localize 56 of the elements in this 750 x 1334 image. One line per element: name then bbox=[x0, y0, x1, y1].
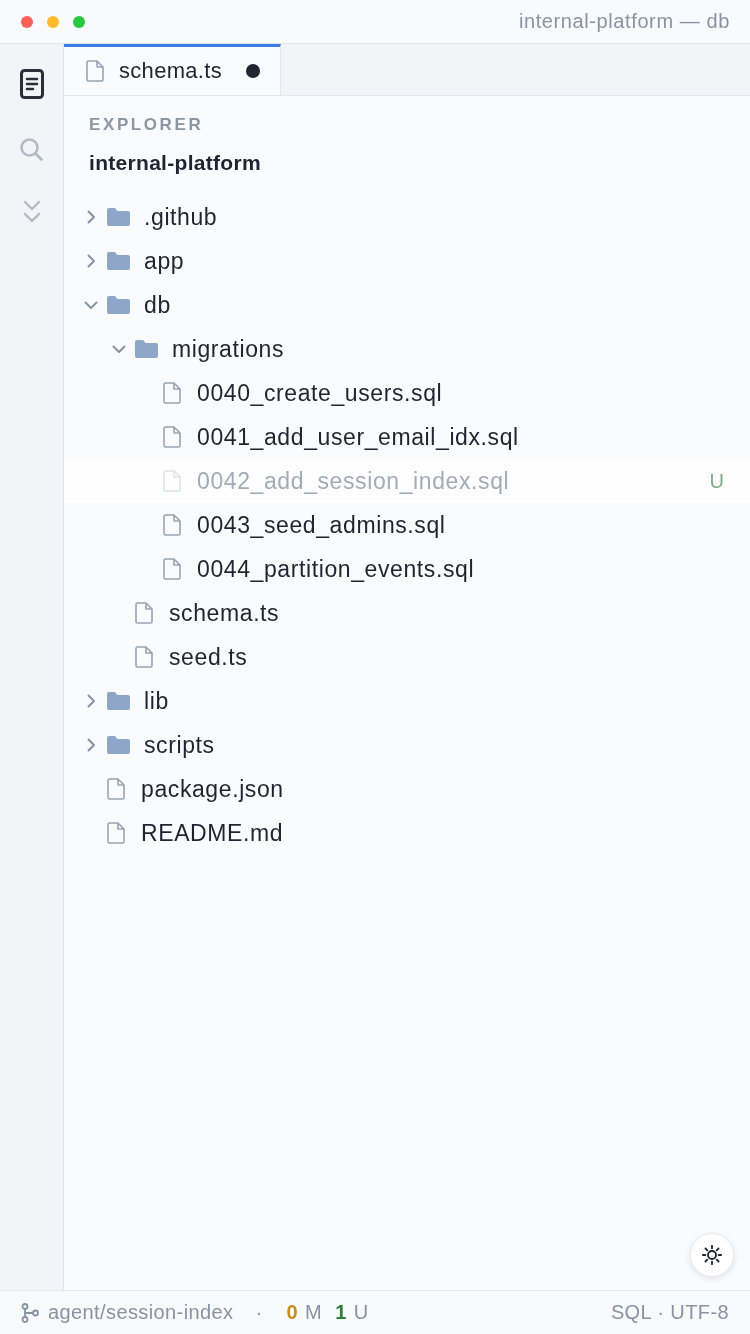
folder-name[interactable]: .github bbox=[144, 203, 218, 231]
minimize-window-icon[interactable] bbox=[47, 15, 59, 28]
folder-name[interactable]: migrations bbox=[172, 335, 285, 363]
theme-toggle-button[interactable] bbox=[690, 1233, 734, 1277]
panel-heading: EXPLORER bbox=[89, 115, 204, 135]
folder-icon bbox=[107, 252, 130, 270]
project-name: internal-platform bbox=[89, 151, 261, 175]
file-name[interactable]: 0041_add_user_email_idx.sql bbox=[197, 423, 519, 451]
file-icon bbox=[135, 602, 153, 624]
folder-name[interactable]: app bbox=[144, 247, 185, 275]
file-icon bbox=[107, 822, 125, 844]
folder-icon bbox=[107, 692, 130, 710]
file-name[interactable]: 0044_partition_events.sql bbox=[197, 555, 475, 583]
chevron-icon[interactable] bbox=[84, 694, 98, 708]
untracked-count: 1 bbox=[335, 1301, 347, 1324]
file-icon bbox=[163, 470, 181, 492]
branch-icon bbox=[21, 1302, 39, 1323]
file-name[interactable]: 0043_seed_admins.sql bbox=[197, 511, 446, 539]
chevron-icon[interactable] bbox=[84, 298, 98, 312]
file-icon bbox=[135, 646, 153, 668]
modified-count: 0 bbox=[286, 1301, 299, 1324]
chevron-icon[interactable] bbox=[112, 342, 126, 356]
file-icon bbox=[163, 382, 181, 404]
double-chevron-down-icon[interactable] bbox=[22, 200, 41, 224]
sun-icon bbox=[702, 1245, 722, 1265]
file-icon bbox=[163, 558, 181, 580]
chevron-icon[interactable] bbox=[84, 738, 98, 752]
editor-tab[interactable]: schema.ts bbox=[64, 44, 281, 95]
file-name[interactable]: README.md bbox=[141, 819, 284, 847]
file-name[interactable]: schema.ts bbox=[169, 599, 280, 627]
modified-label: M bbox=[305, 1301, 323, 1324]
file-icon bbox=[163, 514, 181, 536]
zoom-window-icon[interactable] bbox=[73, 15, 85, 28]
file-icon bbox=[86, 60, 104, 82]
folder-icon bbox=[135, 340, 158, 358]
file-name[interactable]: 0040_create_users.sql bbox=[197, 379, 443, 407]
folder-name[interactable]: lib bbox=[144, 687, 169, 715]
file-icon bbox=[163, 426, 181, 448]
file-icon bbox=[107, 778, 125, 800]
document-icon[interactable] bbox=[19, 69, 44, 99]
chevron-icon[interactable] bbox=[84, 210, 98, 224]
file-name[interactable]: seed.ts bbox=[169, 643, 248, 671]
untracked-label: U bbox=[353, 1301, 369, 1324]
folder-icon bbox=[107, 208, 130, 226]
status-letter: U bbox=[709, 469, 724, 493]
file-name[interactable]: package.json bbox=[141, 775, 284, 803]
search-icon[interactable] bbox=[20, 138, 43, 161]
tab-label: schema.ts bbox=[119, 58, 223, 84]
folder-name[interactable]: db bbox=[144, 291, 171, 319]
chevron-icon[interactable] bbox=[84, 254, 98, 268]
folder-icon bbox=[107, 736, 130, 754]
separator-dot: · bbox=[255, 1301, 263, 1324]
window-title: internal-platform — db bbox=[518, 10, 730, 33]
folder-icon bbox=[107, 296, 130, 314]
close-window-icon[interactable] bbox=[21, 15, 33, 28]
folder-name[interactable]: scripts bbox=[144, 731, 215, 759]
